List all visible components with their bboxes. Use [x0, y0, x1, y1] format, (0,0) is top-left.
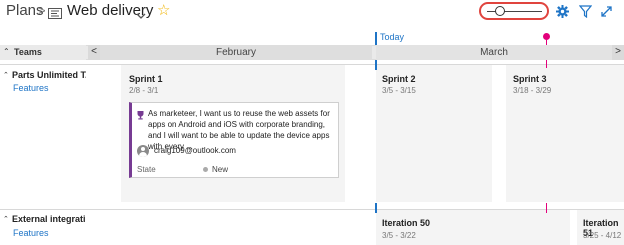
sprint-name[interactable]: Sprint 1 — [129, 74, 163, 84]
month-march: March — [376, 45, 612, 60]
today-label: Today — [380, 32, 405, 42]
sprint-name[interactable]: Iteration 50 — [382, 218, 430, 228]
favorite-star-icon[interactable]: ☆ — [157, 3, 170, 19]
milestone-marker-dot[interactable] — [543, 33, 550, 40]
teams-header — [0, 45, 86, 60]
team-name: Parts Unlimited T... — [12, 70, 86, 80]
milestone-marker-line — [546, 60, 547, 68]
filter-icon[interactable] — [578, 5, 593, 23]
state-value: New — [212, 165, 229, 174]
team-backlog-link[interactable]: Features — [13, 228, 49, 238]
state-label: State — [137, 165, 156, 174]
collapse-all-icon[interactable]: ⌃ — [3, 47, 10, 56]
trophy-icon — [136, 107, 145, 125]
gear-icon[interactable] — [556, 5, 569, 23]
sprint-dates: 3/18 - 3/29 — [513, 86, 552, 95]
sprint-name[interactable]: Sprint 2 — [382, 74, 416, 84]
timeline-next-button[interactable]: > — [612, 45, 624, 60]
team-name: External integrati... — [12, 214, 86, 224]
milestone-marker-line — [546, 203, 547, 213]
collapse-team-icon[interactable]: ⌃ — [3, 215, 9, 223]
sprint-name[interactable]: Sprint 3 — [513, 74, 547, 84]
work-item-card[interactable]: As marketeer, I want us to reuse the web… — [129, 102, 339, 178]
today-marker-line — [375, 60, 377, 70]
teams-header-label: Teams — [14, 47, 42, 57]
today-marker-line — [375, 32, 377, 45]
chevron-down-icon[interactable] — [136, 7, 146, 25]
sprint-dates: 3/25 - 4/12 — [583, 231, 622, 240]
assigned-to: craig109@outlook.com — [154, 146, 236, 155]
plan-board-icon — [48, 6, 62, 24]
collapse-team-icon[interactable]: ⌃ — [3, 71, 9, 79]
avatar — [137, 145, 149, 157]
state-dot — [203, 167, 208, 172]
zoom-slider[interactable] — [479, 2, 549, 20]
timeline-prev-button[interactable]: < — [88, 45, 100, 60]
sprint-dates: 3/5 - 3/22 — [382, 231, 416, 240]
expand-icon[interactable] — [600, 5, 613, 23]
sprint-dates: 2/8 - 3/1 — [129, 86, 159, 95]
sprint-dates: 3/5 - 3/15 — [382, 86, 416, 95]
today-marker-line — [375, 203, 377, 213]
breadcrumb-separator: > — [38, 3, 46, 18]
month-february: February — [100, 45, 372, 60]
team-backlog-link[interactable]: Features — [13, 83, 49, 93]
plan-header: Plans > Web delivery ☆ — [0, 0, 624, 26]
zoom-knob[interactable] — [495, 6, 505, 16]
